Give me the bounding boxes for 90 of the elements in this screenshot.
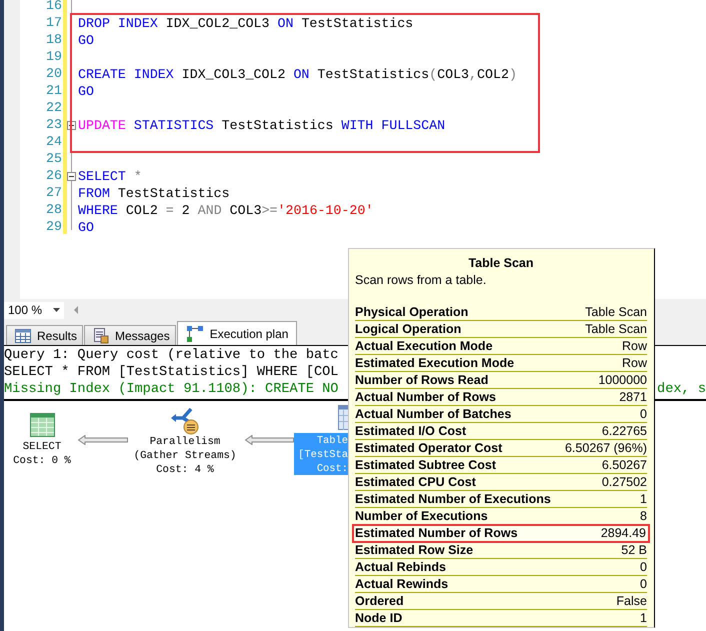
property-label: Actual Execution Mode [355,338,493,354]
property-label: Estimated Subtree Cost [355,457,496,473]
query-text: Query 1: Query cost (relative to the batc [4,348,338,365]
query-text: SELECT * FROM [TestStatistics] WHERE [COL [4,365,338,382]
property-label: Physical Operation [355,304,468,320]
collapse-icon[interactable] [67,121,76,130]
line-number: 22 [45,100,62,117]
property-label: Actual Number of Rows [355,389,496,405]
property-value: 2871 [619,389,647,405]
property-value: 2894.49 [600,526,646,541]
property-label: Actual Number of Batches [355,406,512,422]
property-label: Logical Operation [355,321,462,337]
property-label: Ordered [355,593,404,609]
node-label: [TestSta [298,448,348,462]
property-value: Table Scan [585,321,647,337]
code-line: FROM TestStatistics [78,185,230,202]
flow-arrow [245,435,294,445]
caret-icon [53,308,60,312]
property-value: 6.22765 [602,423,647,439]
property-value: Row [622,355,647,371]
table-icon [338,405,348,430]
collapse-icon[interactable] [67,172,76,181]
plan-icon [186,324,204,342]
property-label: Estimated Number of Rows [355,526,518,541]
line-number: 25 [45,151,62,168]
parallelism-icon [171,407,199,435]
tab[interactable]: Messages [84,325,176,345]
node-label: Cost: [316,462,348,476]
line-number: 28 [45,202,62,219]
property-label: Actual Rebinds [355,559,446,575]
flow-arrow [78,435,128,445]
property-label: Estimated Operator Cost [355,440,502,456]
tooltip-title: Table Scan [467,256,535,270]
tab[interactable]: Results [6,325,84,345]
node-label: SELECT [22,440,62,454]
property-label: Number of Rows Read [355,372,488,388]
property-label: Estimated Row Size [355,542,474,558]
line-number: 20 [45,66,62,83]
property-value: 1 [640,491,647,507]
line-number: 29 [45,219,62,236]
node-label: Cost: 0 % [13,454,71,468]
property-value: 6.50267 [602,457,647,473]
line-number: 27 [45,185,62,202]
code-line: GO [78,219,94,236]
tab[interactable]: Execution plan [176,321,298,345]
line-number: 16 [45,0,62,15]
property-label: Actual Rewinds [355,576,448,592]
property-label: Number of Executions [355,508,488,524]
property-label: Node ID [355,610,402,626]
line-number: 19 [45,49,62,66]
code-line: SELECT * [78,168,142,185]
line-number: 21 [45,83,62,100]
property-value: 0 [640,559,647,575]
node-label: Table [316,434,348,448]
property-value: 6.50267 (96%) [564,440,647,456]
property-value: 0 [640,406,647,422]
code-line: CREATE INDEX IDX_COL3_COL2 ON TestStatistics(COL3,COL2) [78,66,517,83]
property-value: Table Scan [585,304,647,320]
code-line: GO [78,32,94,49]
property-label: Estimated I/O Cost [355,423,466,439]
property-value: 0.27502 [602,474,647,490]
document-icon [93,328,110,344]
query-text: Missing Index (Impact 91.1108): CREATE NO [4,382,338,399]
line-number: 18 [45,32,62,49]
code-line: DROP INDEX IDX_COL2_COL3 ON TestStatistics [78,15,414,32]
property-value: 0 [640,576,647,592]
node-label: Cost: 4 % [156,463,214,477]
code-line: GO [78,83,94,100]
table-icon [30,413,54,437]
node-label: (Gather Streams) [134,449,236,463]
property-value: 1000000 [598,372,647,388]
line-number: 24 [45,134,62,151]
line-number: 23 [45,117,62,134]
query-text: dex, s [657,382,706,399]
property-value: False [616,593,647,609]
property-value: Row [622,338,647,354]
line-number: 26 [45,168,62,185]
property-label: Estimated Execution Mode [355,355,514,371]
grid-icon [15,328,31,342]
line-number: 17 [45,15,62,32]
code-line: WHERE COL2 = 2 AND COL3>='2016-10-20' [78,202,374,219]
zoom-dropdown[interactable]: 100 % [4,302,64,319]
property-value: 1 [640,610,647,626]
property-value: 8 [640,508,647,524]
property-value: 52 B [621,542,647,558]
property-label: Estimated Number of Executions [355,491,551,507]
property-label: Estimated CPU Cost [355,474,476,490]
node-label: Parallelism [150,435,220,449]
tooltip-description: Scan rows from a table. [355,273,488,287]
code-line: UPDATE STATISTICS TestStatistics WITH FULLSCAN [78,117,446,134]
